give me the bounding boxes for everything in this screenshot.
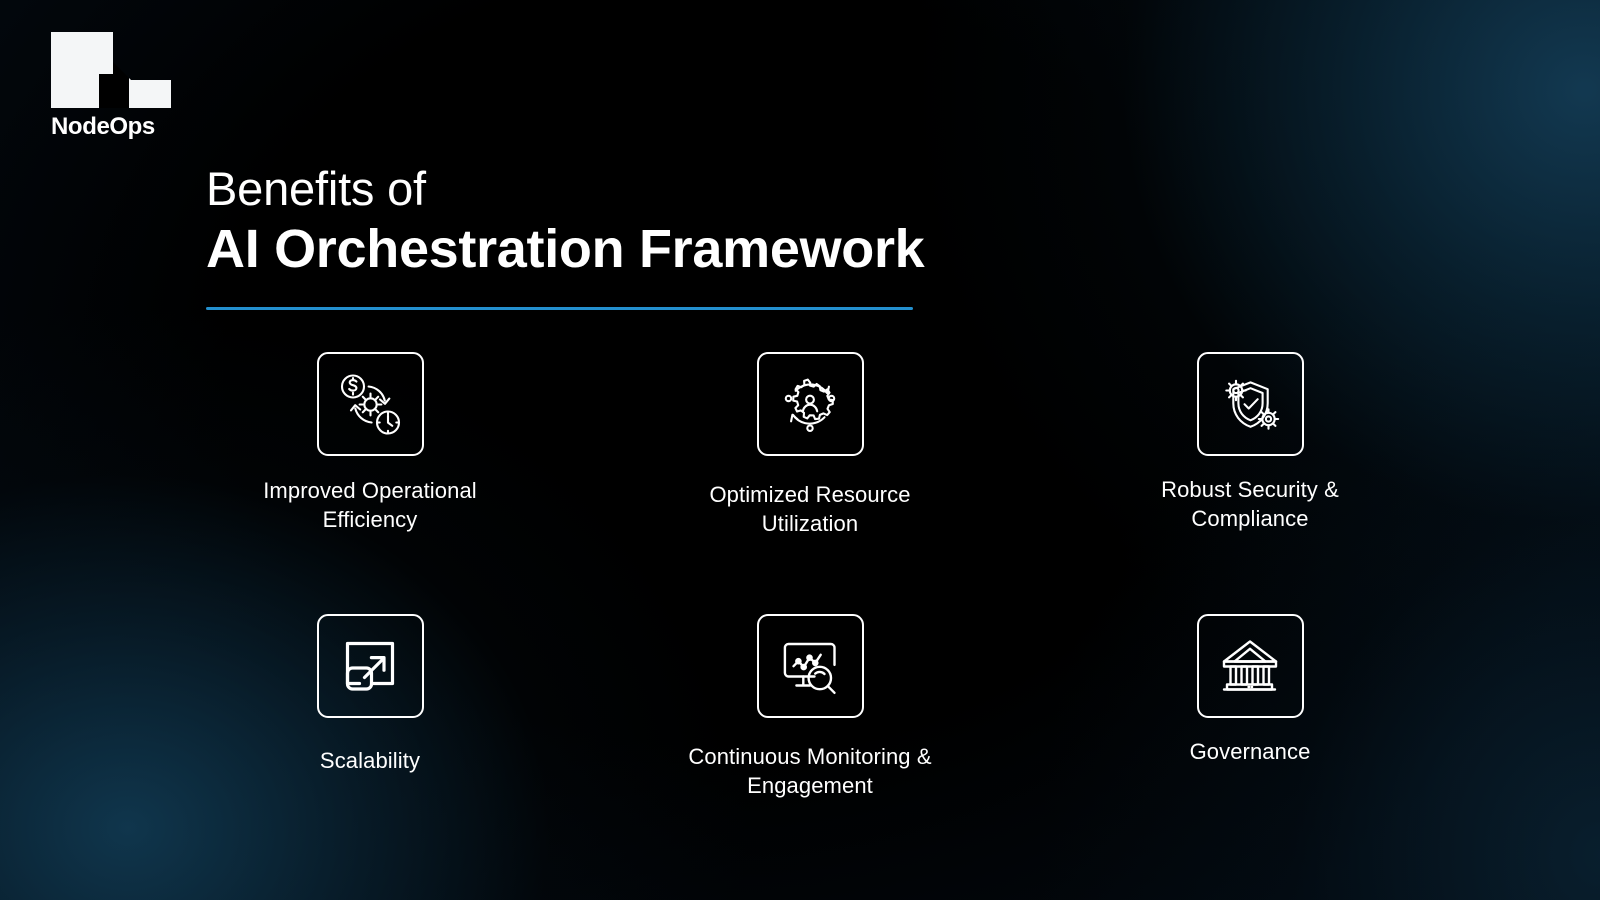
benefit-label: Improved Operational Efficiency (263, 478, 477, 533)
benefit-card-optimized-resource-utilization: Optimized Resource Utilization (590, 352, 1030, 614)
classical-building-icon (1222, 640, 1278, 691)
benefit-icon-box (1196, 352, 1304, 456)
coin-gear-clock-cycle-icon (340, 374, 401, 435)
benefit-label: Continuous Monitoring & Engagement (688, 744, 932, 799)
benefit-icon-box (756, 352, 864, 456)
benefit-label: Scalability (319, 748, 421, 773)
benefit-label: Robust Security & Compliance (1161, 477, 1339, 532)
heading-divider (206, 307, 913, 311)
benefit-icon-box (1196, 614, 1304, 718)
benefit-card-continuous-monitoring-engagement: Continuous Monitoring & Engagement (590, 614, 1030, 876)
brand-wordmark: NodeOps (51, 113, 155, 140)
benefit-label: Governance (1189, 739, 1311, 764)
shield-check-gears-icon (1225, 379, 1280, 430)
benefit-card-improved-operational-efficiency: Improved Operational Efficiency (150, 352, 590, 614)
benefits-grid: Improved Operational Efficiency Optimize… (150, 352, 1470, 876)
brand-logo: NodeOps (51, 32, 201, 139)
heading-line-1: Benefits of (206, 162, 426, 215)
heading-line-2: AI Orchestration Framework (206, 218, 925, 279)
nodeops-n-mark-icon (51, 32, 171, 108)
benefit-card-governance: Governance (1030, 614, 1470, 876)
benefit-icon-box (316, 614, 424, 718)
expand-squares-arrow-icon (345, 641, 395, 691)
page-heading: Benefits of AI Orchestration Framework (206, 162, 925, 311)
benefit-label: Optimized Resource Utilization (709, 482, 911, 537)
benefit-icon-box (316, 352, 424, 456)
gear-user-orbit-icon (784, 378, 836, 432)
benefit-card-robust-security-compliance: Robust Security & Compliance (1030, 352, 1470, 614)
benefit-icon-box (756, 614, 864, 718)
monitor-chart-magnifier-icon (783, 642, 836, 694)
slide-canvas: NodeOps Benefits of AI Orchestration Fra… (0, 0, 1600, 900)
benefit-card-scalability: Scalability (150, 614, 590, 876)
